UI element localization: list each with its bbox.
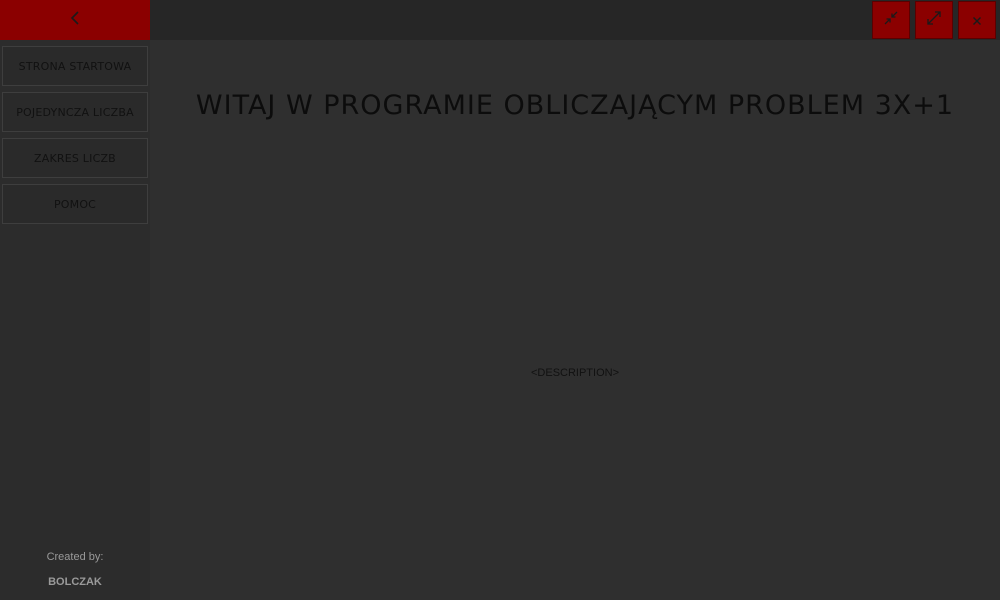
app-window: STRONA STARTOWA POJEDYNCZA LICZBA ZAKRES… (0, 0, 1000, 600)
sidebar-item-label: POMOC (53, 197, 97, 211)
credits-label: Created by: (46, 551, 104, 563)
maximize-button[interactable] (915, 1, 953, 39)
sidebar-item-pomoc[interactable]: POMOC (2, 184, 148, 224)
close-button[interactable] (958, 1, 996, 39)
sidebar-item-pojedyncza-liczba[interactable]: POJEDYNCZA LICZBA (2, 92, 148, 132)
chevron-left-icon (68, 10, 82, 30)
sidebar-item-label: POJEDYNCZA LICZBA (16, 105, 134, 119)
description-text: <DESCRIPTION> (530, 367, 620, 379)
close-icon (972, 11, 982, 30)
title-bar[interactable] (150, 0, 1000, 40)
main-content: WITAJ W PROGRAMIE OBLICZAJĄCYM PROBLEM 3… (150, 40, 1000, 600)
sidebar-item-zakres-liczb[interactable]: ZAKRES LICZB (2, 138, 148, 178)
back-button[interactable] (0, 0, 150, 40)
sidebar-item-label: STRONA STARTOWA (18, 59, 132, 73)
shrink-icon (883, 10, 899, 30)
expand-icon (926, 10, 942, 30)
sidebar-nav: STRONA STARTOWA POJEDYNCZA LICZBA ZAKRES… (2, 46, 148, 230)
restore-down-button[interactable] (872, 1, 910, 39)
sidebar-item-label: ZAKRES LICZB (34, 151, 116, 165)
page-title: WITAJ W PROGRAMIE OBLICZAJĄCYM PROBLEM 3… (195, 90, 955, 121)
sidebar: STRONA STARTOWA POJEDYNCZA LICZBA ZAKRES… (0, 0, 150, 600)
sidebar-item-strona-startowa[interactable]: STRONA STARTOWA (2, 46, 148, 86)
credits-author: BOLCZAK (48, 576, 102, 588)
